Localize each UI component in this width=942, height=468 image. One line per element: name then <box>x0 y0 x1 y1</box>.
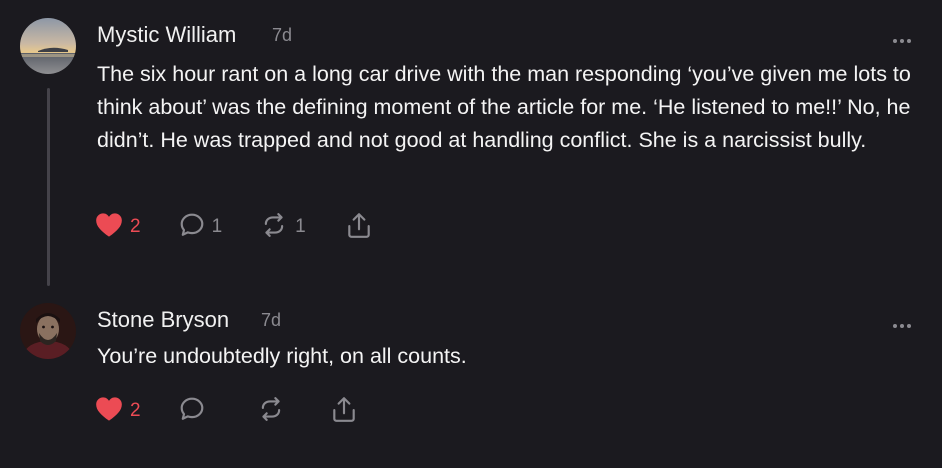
share-button[interactable] <box>346 211 372 244</box>
avatar[interactable] <box>20 18 76 74</box>
reply-button[interactable] <box>179 396 205 427</box>
comment-author[interactable]: Stone Bryson <box>97 307 229 333</box>
thread-connector-line <box>47 88 50 286</box>
heart-icon <box>95 396 123 427</box>
more-dots-icon[interactable] <box>892 31 912 43</box>
restack-arrows-icon <box>260 212 288 243</box>
heart-icon <box>95 212 123 243</box>
reply-button[interactable]: 1 <box>179 212 223 243</box>
restack-button[interactable] <box>257 396 285 427</box>
comment-age[interactable]: 7d <box>272 25 292 46</box>
like-count: 2 <box>130 216 141 237</box>
restack-count: 1 <box>295 216 306 237</box>
restack-button[interactable]: 1 <box>260 212 306 243</box>
avatar[interactable] <box>20 303 76 359</box>
comment-thread: Mystic William 7d The six hour rant on a… <box>0 0 942 468</box>
avatar-image <box>20 18 76 74</box>
like-count: 2 <box>130 400 141 421</box>
restack-arrows-icon <box>257 396 285 427</box>
comment-body: You’re undoubtedly right, on all counts. <box>97 344 467 368</box>
reply-count: 1 <box>211 216 223 237</box>
comment-actions: 2 1 1 <box>95 212 372 242</box>
comment-body: The six hour rant on a long car drive wi… <box>97 62 911 152</box>
share-icon <box>331 395 357 428</box>
avatar-image <box>20 303 76 359</box>
share-button[interactable] <box>331 395 357 428</box>
comment-bubble-icon <box>179 212 205 243</box>
more-dots-icon[interactable] <box>892 316 912 328</box>
comment-age[interactable]: 7d <box>261 310 281 331</box>
comment-bubble-icon <box>179 396 205 427</box>
like-button[interactable]: 2 <box>95 212 141 243</box>
comment-author[interactable]: Mystic William <box>97 22 236 48</box>
like-button[interactable]: 2 <box>95 396 141 427</box>
comment-actions: 2 <box>95 396 357 426</box>
share-icon <box>346 211 372 244</box>
